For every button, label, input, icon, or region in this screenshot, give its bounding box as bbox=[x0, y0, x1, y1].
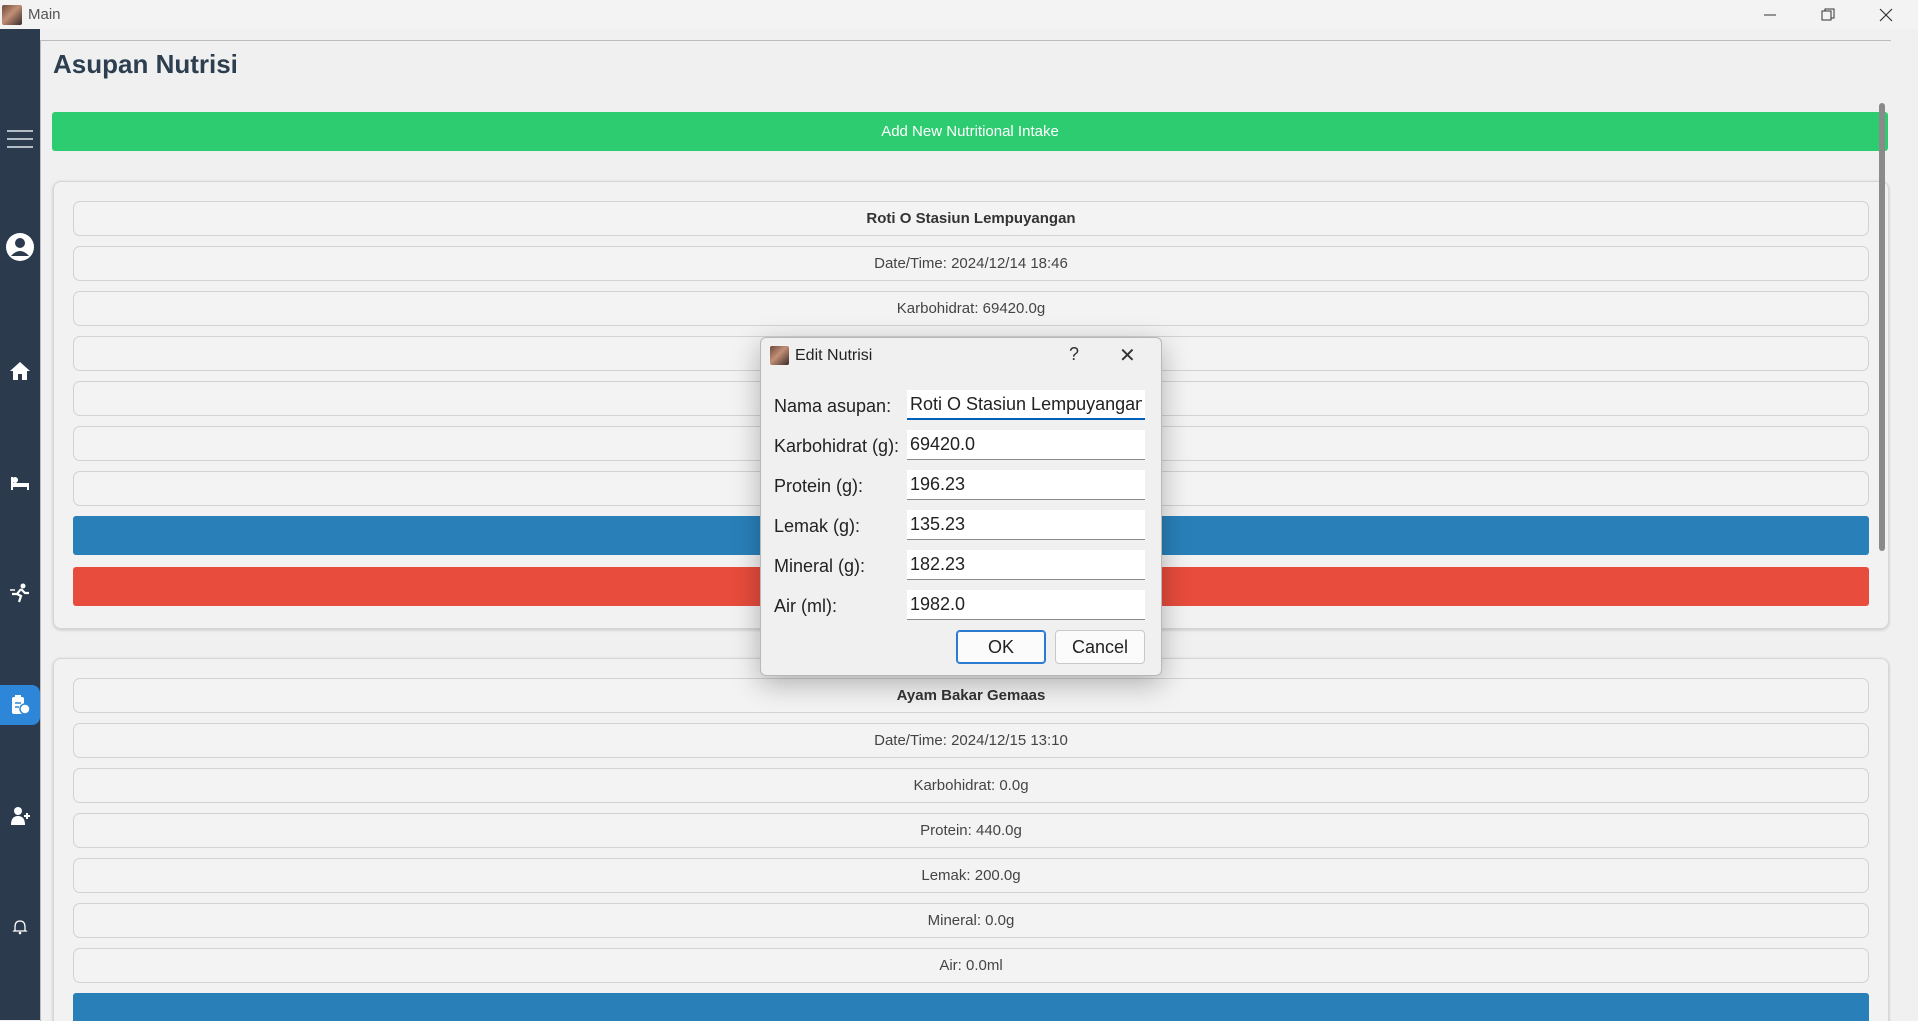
sidebar-item-notifications[interactable] bbox=[0, 907, 40, 947]
bell-icon bbox=[12, 920, 28, 935]
protein-input[interactable] bbox=[907, 470, 1145, 500]
entry-mineral: Mineral: 0.0g bbox=[73, 903, 1869, 938]
entry-datetime: Date/Time: 2024/12/14 18:46 bbox=[73, 246, 1869, 281]
app-icon bbox=[770, 346, 789, 365]
entry-protein: Protein: 440.0g bbox=[73, 813, 1869, 848]
entry-lemak: Lemak: 200.0g bbox=[73, 858, 1869, 893]
sidebar-item-sleep[interactable] bbox=[0, 462, 40, 502]
app-icon bbox=[2, 4, 22, 25]
sidebar-item-medical[interactable] bbox=[0, 796, 40, 836]
mineral-input[interactable] bbox=[907, 550, 1145, 580]
edit-entry-button[interactable] bbox=[73, 993, 1869, 1021]
bed-icon bbox=[11, 477, 29, 490]
scrollbar-thumb[interactable] bbox=[1879, 103, 1885, 551]
air-label: Air (ml): bbox=[774, 596, 837, 616]
minimize-button[interactable] bbox=[1741, 0, 1799, 29]
minimize-icon bbox=[1764, 14, 1776, 15]
mineral-label: Mineral (g): bbox=[774, 556, 866, 576]
air-input[interactable] bbox=[907, 590, 1145, 620]
cancel-button[interactable]: Cancel bbox=[1055, 630, 1145, 664]
dialog-titlebar: Edit Nutrisi bbox=[770, 346, 872, 365]
close-icon bbox=[1879, 8, 1893, 21]
karbohidrat-label: Karbohidrat (g): bbox=[774, 436, 900, 456]
doctor-icon bbox=[11, 807, 30, 825]
form-row-karbohidrat: Karbohidrat (g): bbox=[774, 430, 1149, 462]
entry-karbohidrat: Karbohidrat: 69420.0g bbox=[73, 291, 1869, 326]
karbohidrat-input[interactable] bbox=[907, 430, 1145, 460]
nama-asupan-input[interactable] bbox=[907, 390, 1145, 420]
entry-datetime: Date/Time: 2024/12/15 13:10 bbox=[73, 723, 1869, 758]
sidebar-item-activity[interactable] bbox=[0, 573, 40, 613]
sidebar bbox=[0, 29, 40, 1020]
nutrition-card: Ayam Bakar Gemaas Date/Time: 2024/12/15 … bbox=[53, 658, 1889, 1021]
window-title: Main bbox=[28, 6, 61, 23]
form-row-air: Air (ml): bbox=[774, 590, 1149, 622]
running-icon bbox=[10, 583, 29, 603]
ok-button[interactable]: OK bbox=[956, 630, 1046, 664]
sidebar-item-profile[interactable] bbox=[0, 227, 40, 267]
lemak-input[interactable] bbox=[907, 510, 1145, 540]
nutrition-icon bbox=[12, 695, 31, 715]
form-row-lemak: Lemak (g): bbox=[774, 510, 1149, 542]
vertical-scrollbar[interactable] bbox=[1875, 85, 1885, 551]
restore-icon bbox=[1821, 8, 1835, 20]
form-row-protein: Protein (g): bbox=[774, 470, 1149, 502]
home-icon bbox=[10, 362, 30, 380]
nama-asupan-label: Nama asupan: bbox=[774, 396, 892, 416]
help-button[interactable]: ? bbox=[1069, 344, 1079, 365]
entry-name: Roti O Stasiun Lempuyangan bbox=[73, 201, 1869, 236]
entry-karbohidrat: Karbohidrat: 0.0g bbox=[73, 768, 1869, 803]
form-row-mineral: Mineral (g): bbox=[774, 550, 1149, 582]
entry-name: Ayam Bakar Gemaas bbox=[73, 678, 1869, 713]
dialog-close-button[interactable]: ✕ bbox=[1119, 343, 1136, 368]
user-profile-icon bbox=[6, 233, 34, 261]
sidebar-menu-toggle[interactable] bbox=[0, 119, 40, 159]
lemak-label: Lemak (g): bbox=[774, 516, 861, 536]
hamburger-menu-icon bbox=[7, 130, 33, 148]
add-nutritional-intake-button[interactable]: Add New Nutritional Intake bbox=[52, 112, 1888, 151]
page-title: Asupan Nutrisi bbox=[53, 49, 238, 79]
window-titlebar: Main bbox=[0, 0, 1918, 29]
sidebar-item-nutrition[interactable] bbox=[0, 685, 40, 725]
restore-button[interactable] bbox=[1799, 0, 1857, 29]
close-button[interactable] bbox=[1857, 0, 1915, 29]
protein-label: Protein (g): bbox=[774, 476, 864, 496]
entry-air: Air: 0.0ml bbox=[73, 948, 1869, 983]
edit-nutrition-dialog: Edit Nutrisi ? ✕ Nama asupan: Karbohidra… bbox=[760, 337, 1162, 676]
sidebar-item-home[interactable] bbox=[0, 351, 40, 391]
form-row-nama: Nama asupan: bbox=[774, 390, 1149, 422]
dialog-title: Edit Nutrisi bbox=[795, 346, 873, 364]
